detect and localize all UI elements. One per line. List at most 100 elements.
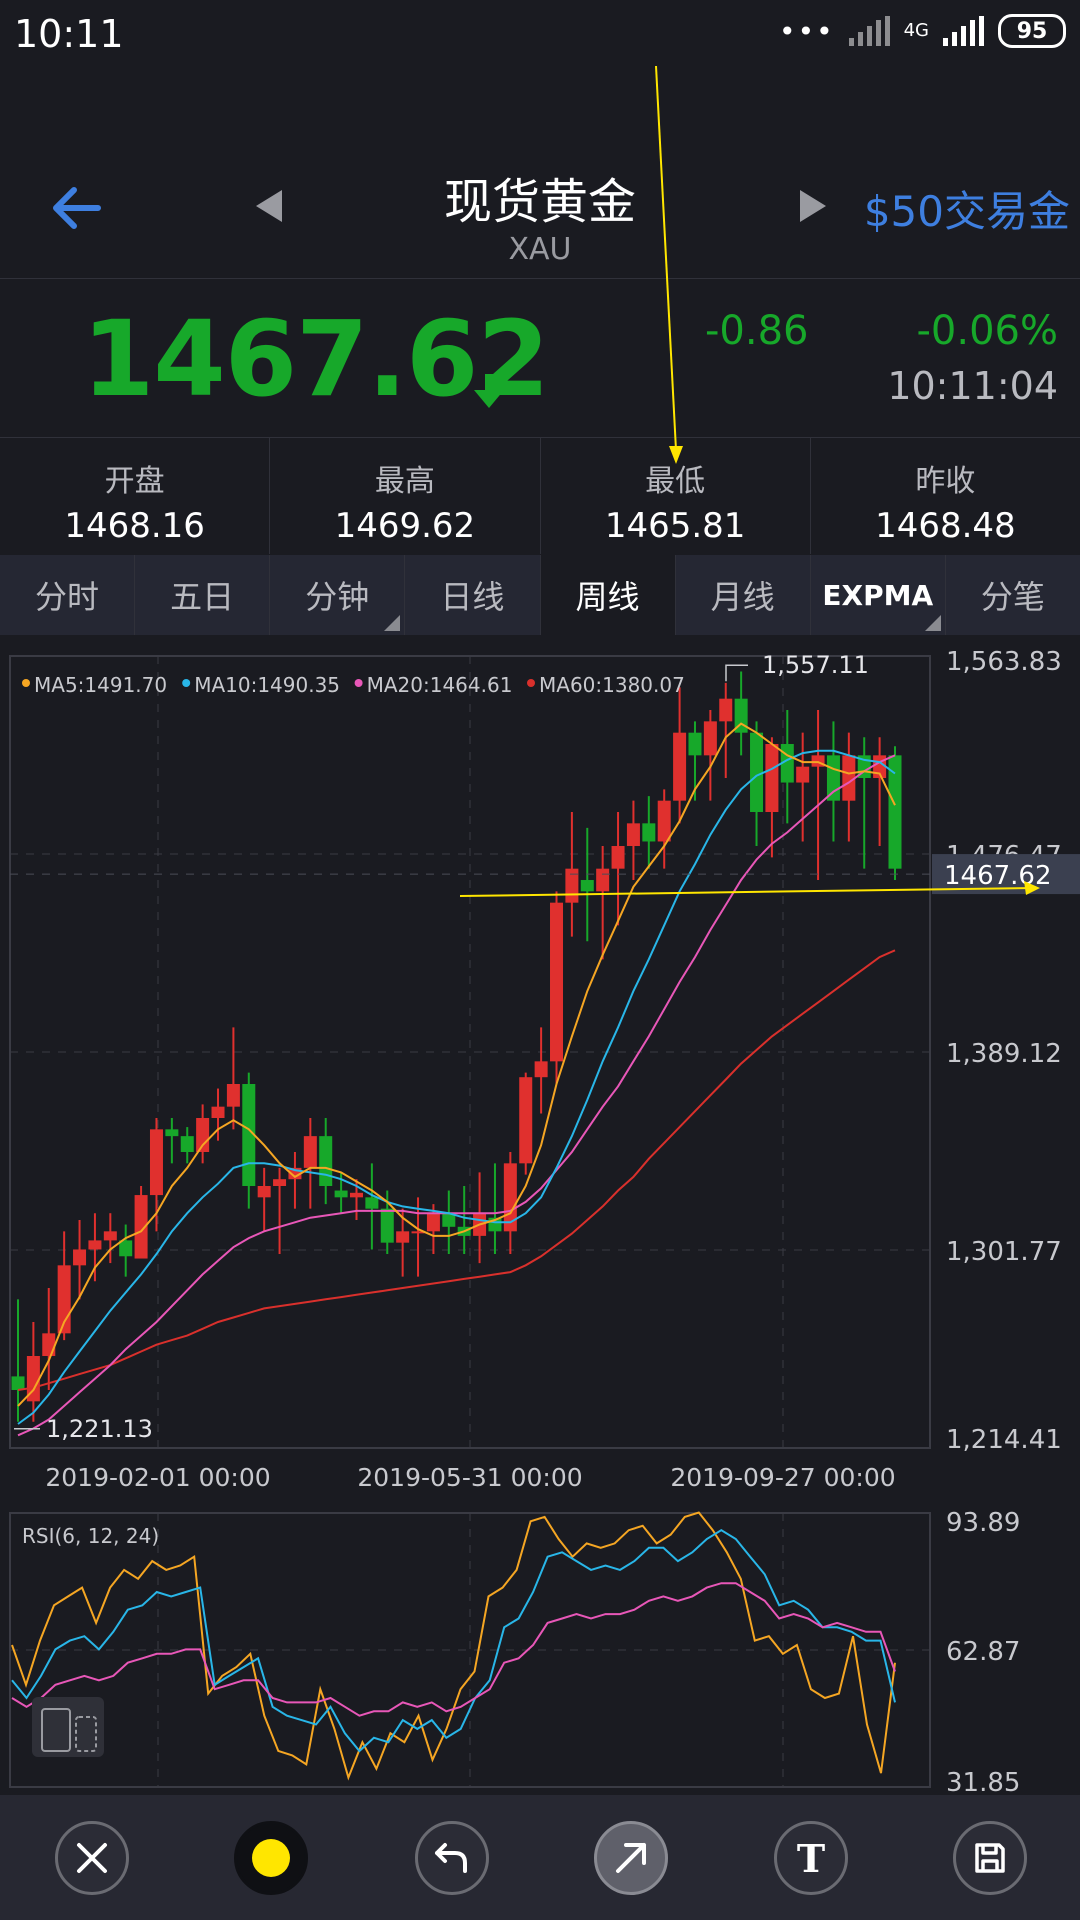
candle xyxy=(303,1136,317,1168)
y-axis-label: 31.85 xyxy=(946,1768,1020,1795)
price-down-icon xyxy=(474,374,504,408)
undo-icon xyxy=(435,1843,467,1873)
tab-five-day[interactable]: 五日 xyxy=(135,555,271,635)
y-axis-label: 1,563.83 xyxy=(946,647,1062,677)
divider xyxy=(0,278,1080,279)
candle xyxy=(365,1197,379,1209)
symbol-code: XAU xyxy=(508,232,572,267)
candle xyxy=(765,744,779,813)
stat-low: 最低 1465.81 xyxy=(541,438,811,554)
drawing-toolbar: T xyxy=(0,1795,1080,1920)
trade-gold-link[interactable]: $50交易金 xyxy=(864,178,1070,239)
candle xyxy=(626,823,640,847)
close-icon xyxy=(77,1843,107,1873)
tab-weekly[interactable]: 周线 xyxy=(540,555,676,635)
tab-ticks[interactable]: 分笔 xyxy=(945,555,1080,635)
close-button[interactable] xyxy=(55,1821,129,1895)
stat-value: 1469.62 xyxy=(334,506,476,546)
undo-button[interactable] xyxy=(415,1821,489,1895)
previous-symbol-icon[interactable] xyxy=(256,190,282,222)
stat-value: 1465.81 xyxy=(604,506,746,546)
color-picker-button[interactable] xyxy=(234,1821,308,1895)
candle xyxy=(319,1136,333,1187)
stat-open: 开盘 1468.16 xyxy=(0,438,271,554)
y-axis-label: 93.89 xyxy=(946,1508,1020,1538)
candle xyxy=(42,1333,56,1356)
candle xyxy=(396,1231,410,1243)
y-axis-label: 1,389.12 xyxy=(946,1039,1062,1069)
x-axis-label: 2019-05-31 00:00 xyxy=(357,1463,582,1492)
tab-minute[interactable]: 分钟 xyxy=(270,555,406,635)
candle xyxy=(11,1376,25,1390)
candle xyxy=(149,1129,163,1196)
stat-label: 最高 xyxy=(374,464,435,499)
legend-entry: MA10:1490.35 xyxy=(194,673,340,697)
ma60-line xyxy=(17,949,896,1391)
arrow-tool-button[interactable] xyxy=(594,1821,668,1895)
tab-intraday[interactable]: 分时 xyxy=(0,555,136,635)
candle xyxy=(657,800,671,842)
stat-value: 1468.16 xyxy=(64,506,205,546)
legend-dot xyxy=(354,679,363,687)
yellow-color-icon xyxy=(252,1839,290,1877)
page-title: 现货黄金 xyxy=(443,174,636,230)
candle xyxy=(673,732,687,801)
candle xyxy=(642,823,656,842)
candle xyxy=(73,1249,87,1266)
network-type: 4G xyxy=(903,20,929,41)
tab-monthly[interactable]: 月线 xyxy=(675,555,811,635)
text-tool-icon: T xyxy=(796,1835,826,1881)
stat-prev-close: 昨收 1468.48 xyxy=(811,438,1080,554)
candle xyxy=(596,868,610,892)
status-time: 10:11 xyxy=(14,12,124,56)
candle xyxy=(211,1106,225,1119)
tab-expma[interactable]: EXPMA xyxy=(810,555,946,635)
candle xyxy=(703,721,717,756)
more-dots-icon: ••• xyxy=(779,14,835,48)
next-symbol-icon[interactable] xyxy=(800,190,826,222)
legend-dot xyxy=(182,679,191,687)
signal-icon-2 xyxy=(943,16,984,46)
save-button[interactable] xyxy=(953,1821,1027,1895)
low-label: 1,221.13 xyxy=(46,1415,153,1443)
stat-label: 最低 xyxy=(645,464,706,499)
status-bar: 10:11 ••• 4G 95 xyxy=(0,0,1080,70)
candlestick-chart[interactable]: 1,563.831,476.471,389.121,301.771,214.41… xyxy=(0,640,1080,1500)
candle xyxy=(349,1192,363,1198)
tab-daily[interactable]: 日线 xyxy=(405,555,541,635)
legend-dot xyxy=(527,679,535,687)
save-icon xyxy=(975,1843,1005,1873)
high-label: 1,557.11 xyxy=(762,651,869,679)
rsi-chart[interactable]: 93.89 62.87 31.85 RSI(6, 12, 24) xyxy=(0,1505,1080,1795)
quote-time: 10:11:04 xyxy=(887,364,1058,408)
y-axis-label: 62.87 xyxy=(946,1637,1020,1667)
candle xyxy=(119,1240,133,1257)
candle xyxy=(611,846,625,869)
x-axis-label: 2019-02-01 00:00 xyxy=(45,1463,270,1492)
candle xyxy=(826,755,840,801)
stat-high: 最高 1469.62 xyxy=(270,438,541,554)
candle xyxy=(688,732,702,756)
back-arrow-icon[interactable] xyxy=(48,178,108,238)
signal-icon xyxy=(848,16,890,46)
arrow-tool-icon xyxy=(616,1843,646,1873)
text-tool-button[interactable]: T xyxy=(774,1821,848,1895)
y-axis-label: 1,301.77 xyxy=(946,1237,1062,1267)
legend-entry: MA60:1380.07 xyxy=(539,673,685,697)
legend-entry: MA20:1464.61 xyxy=(367,673,513,697)
battery-icon: 95 xyxy=(998,14,1066,48)
stat-value: 1468.48 xyxy=(875,506,1016,546)
ma5-line xyxy=(17,722,896,1407)
candle xyxy=(534,1061,548,1078)
candle xyxy=(180,1136,194,1153)
x-axis-label: 2019-09-27 00:00 xyxy=(670,1463,895,1492)
rsi-series-line xyxy=(11,1529,896,1753)
candle xyxy=(273,1179,287,1187)
legend-dot xyxy=(22,679,30,687)
candle xyxy=(580,880,594,892)
price-change-pct: -0.06% xyxy=(916,308,1058,354)
high-marker xyxy=(725,664,748,682)
price-change: -0.86 xyxy=(705,308,809,354)
candle xyxy=(426,1213,440,1232)
y-axis-label: 1,214.41 xyxy=(946,1425,1062,1455)
